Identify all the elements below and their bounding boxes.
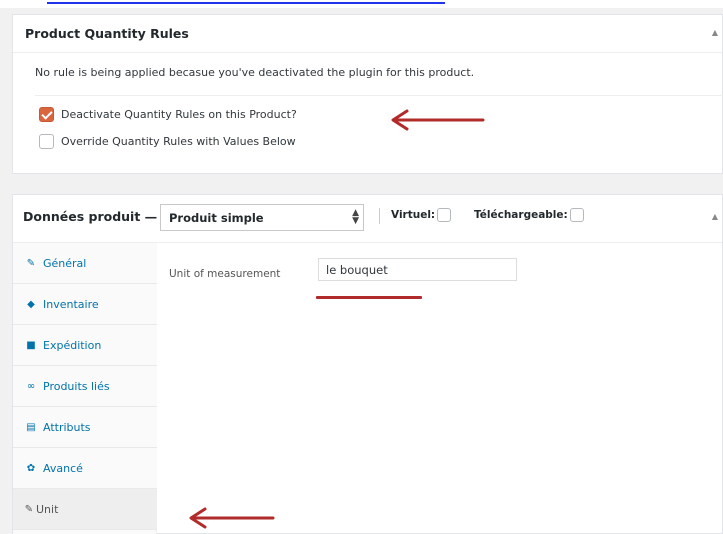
downloadable-option[interactable]: Téléchargeable: <box>474 208 584 222</box>
quantity-rules-header[interactable]: Product Quantity Rules ▲ <box>13 15 722 53</box>
tab-label: Général <box>43 256 87 270</box>
tab-label: Avancé <box>43 461 83 475</box>
annotation-arrow-icon <box>189 507 275 529</box>
deactivate-rules-option[interactable]: Deactivate Quantity Rules on this Produc… <box>39 106 297 122</box>
collapse-arrow-icon[interactable]: ▲ <box>712 212 718 221</box>
tab-label: Inventaire <box>43 297 99 311</box>
virtual-checkbox[interactable] <box>437 208 452 222</box>
tab-unit[interactable]: ✎ Unit <box>13 489 157 530</box>
virtual-label: Virtuel: <box>391 209 436 221</box>
wrench-icon: ✎ <box>26 257 36 269</box>
unit-of-measurement-label: Unit of measurement <box>169 268 281 280</box>
tag-icon: ◆ <box>27 298 35 310</box>
separator <box>379 208 380 224</box>
link-icon: ∞ <box>26 380 36 392</box>
downloadable-label: Téléchargeable: <box>474 209 568 221</box>
tab-attributes[interactable]: ▤ Attributs <box>13 407 157 448</box>
unit-of-measurement-input[interactable] <box>318 258 517 281</box>
override-rules-checkbox[interactable] <box>39 133 54 149</box>
gear-icon: ✿ <box>26 462 36 474</box>
plugin-deactivated-notice: No rule is being applied becasue you've … <box>35 66 475 79</box>
tab-advanced[interactable]: ✿ Avancé <box>13 448 157 489</box>
quantity-rules-title: Product Quantity Rules <box>25 26 189 41</box>
collapse-arrow-icon[interactable]: ▲ <box>712 28 718 37</box>
tab-label: Unit <box>36 502 59 516</box>
override-rules-label[interactable]: Override Quantity Rules with Values Belo… <box>61 135 296 148</box>
quantity-rules-panel: Product Quantity Rules ▲ No rule is bein… <box>12 14 723 174</box>
annotation-arrow-icon <box>391 109 485 131</box>
annotation-underline <box>316 296 422 299</box>
deactivate-rules-label[interactable]: Deactivate Quantity Rules on this Produc… <box>61 108 297 121</box>
override-rules-option[interactable]: Override Quantity Rules with Values Belo… <box>39 133 296 149</box>
tab-label: Attributs <box>43 420 91 434</box>
deactivate-rules-checkbox[interactable] <box>39 106 54 122</box>
product-type-value: Produit simple <box>169 211 264 225</box>
tab-shipping[interactable]: ■ Expédition <box>13 325 157 366</box>
list-icon: ▤ <box>26 421 36 433</box>
tab-general[interactable]: ✎ Général <box>13 243 157 284</box>
downloadable-checkbox[interactable] <box>569 208 584 222</box>
select-arrows-icon: ▲ ▼ <box>352 208 359 226</box>
virtual-option[interactable]: Virtuel: <box>391 208 452 222</box>
tab-label: Produits liés <box>43 379 110 393</box>
top-link[interactable] <box>47 2 445 4</box>
product-type-select[interactable]: Produit simple ▲ ▼ <box>160 204 364 231</box>
tab-linked-products[interactable]: ∞ Produits liés <box>13 366 157 407</box>
wrench-icon: ✎ <box>24 503 34 515</box>
product-data-header: Données produit — Produit simple ▲ ▼ Virt… <box>13 195 722 243</box>
tab-inventory[interactable]: ◆ Inventaire <box>13 284 157 325</box>
tab-label: Expédition <box>43 338 102 352</box>
top-link-bar <box>0 0 723 8</box>
truck-icon: ■ <box>26 339 36 351</box>
product-data-tabs: ✎ Général ◆ Inventaire ■ Expédition ∞ Pr… <box>13 243 157 534</box>
divider <box>35 95 723 96</box>
product-data-panel: Données produit — Produit simple ▲ ▼ Virt… <box>12 194 723 534</box>
product-data-title: Données produit — <box>23 209 158 224</box>
